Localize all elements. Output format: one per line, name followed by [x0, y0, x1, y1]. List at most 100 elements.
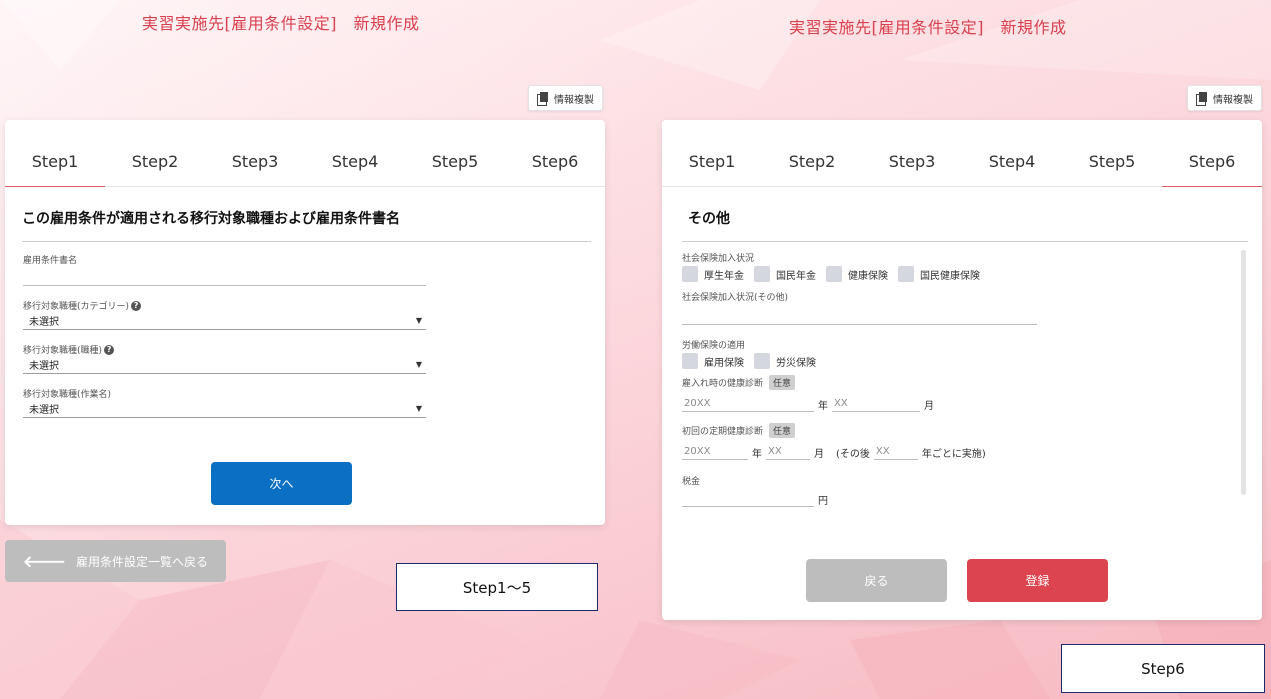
tax-row: 円	[682, 487, 1232, 507]
checkbox-label: 厚生年金	[704, 270, 744, 282]
step-form-card-left: Step1 Step2 Step3 Step4 Step5 Step6 この雇用…	[5, 120, 605, 525]
job-select[interactable]: 未選択 ▼	[23, 356, 426, 374]
back-to-list-button[interactable]: 🡐 雇用条件設定一覧へ戻る	[5, 540, 226, 582]
section-title: その他	[682, 208, 1248, 242]
label-text: 初回の定期健康診断	[682, 427, 764, 437]
checkbox-rosai-hoken[interactable]: 労災保険	[754, 353, 816, 369]
section-title: この雇用条件が適用される移行対象職種および雇用条件書名	[22, 208, 591, 242]
checkbox-box[interactable]	[754, 266, 770, 282]
hire-month-input[interactable]: XX	[832, 392, 920, 412]
tab-label: Step3	[231, 151, 279, 171]
year-unit: 年	[818, 401, 828, 412]
tab-step2[interactable]: Step2	[105, 120, 205, 186]
label-text: 雇用条件書名	[23, 256, 78, 266]
after-prefix: (その後	[836, 449, 870, 460]
labor-insurance-label: 労働保険の適用	[682, 341, 746, 351]
doc-name-input[interactable]	[23, 266, 426, 286]
checkbox-kokumin-kenko-hoken[interactable]: 国民健康保険	[898, 266, 980, 282]
tab-label: Step3	[888, 151, 936, 171]
step-tabs: Step1 Step2 Step3 Step4 Step5 Step6	[5, 120, 605, 187]
tax-input[interactable]	[682, 487, 814, 507]
hire-year-input[interactable]: 20XX	[682, 392, 814, 412]
optional-badge: 任意	[769, 423, 796, 438]
tab-label: Step5	[1088, 151, 1136, 171]
copy-info-button-left[interactable]: 情報複製	[528, 85, 603, 111]
tab-step6[interactable]: Step6	[505, 120, 605, 186]
checkbox-box[interactable]	[754, 353, 770, 369]
month-unit: 月	[814, 449, 824, 460]
tax-label: 税金	[682, 477, 701, 487]
tab-label: Step6	[1188, 151, 1236, 171]
step-form-card-right: Step1 Step2 Step3 Step4 Step5 Step6 その他 …	[662, 120, 1262, 620]
copy-info-label: 情報複製	[1213, 94, 1253, 106]
select-value: 未選択	[29, 361, 59, 372]
tab-step5[interactable]: Step5	[405, 120, 505, 186]
copy-info-button-right[interactable]: 情報複製	[1187, 85, 1262, 111]
arrow-left-icon: 🡐	[23, 552, 66, 571]
page-title-left: 実習実施先[雇用条件設定] 新規作成	[142, 14, 420, 33]
work-label: 移行対象職種(作業名)	[23, 387, 426, 400]
tab-step6[interactable]: Step6	[1162, 120, 1262, 187]
select-value: 未選択	[29, 405, 59, 416]
tab-step1[interactable]: Step1	[5, 120, 105, 187]
checkbox-box[interactable]	[682, 266, 698, 282]
label-text: 移行対象職種(職種)	[23, 346, 103, 356]
checkbox-label: 国民年金	[776, 270, 816, 282]
next-button[interactable]: 次へ	[211, 462, 352, 505]
checkbox-box[interactable]	[682, 353, 698, 369]
tab-label: Step2	[788, 151, 836, 171]
hire-checkup-row: 20XX 年 XX 月	[682, 392, 1232, 412]
label-text: 雇入れ時の健康診断	[682, 379, 764, 389]
category-label: 移行対象職種(カテゴリー) ?	[23, 299, 426, 312]
checkbox-box[interactable]	[826, 266, 842, 282]
dropdown-arrow-icon: ▼	[415, 404, 422, 413]
periodic-year-input[interactable]: 20XX	[682, 440, 748, 460]
category-select[interactable]: 未選択 ▼	[23, 312, 426, 330]
caption-step1-5: Step1～5	[396, 563, 598, 611]
periodic-checkup-label: 初回の定期健康診断 任意	[682, 423, 1232, 438]
work-select[interactable]: 未選択 ▼	[23, 400, 426, 418]
checkbox-box[interactable]	[898, 266, 914, 282]
checkbox-label: 雇用保険	[704, 357, 744, 369]
tab-step3[interactable]: Step3	[862, 120, 962, 186]
yen-unit: 円	[818, 496, 828, 507]
checkbox-label: 健康保険	[848, 270, 888, 282]
periodic-month-input[interactable]: XX	[766, 440, 810, 460]
hire-checkup-label: 雇入れ時の健康診断 任意	[682, 375, 1232, 390]
tab-step2[interactable]: Step2	[762, 120, 862, 186]
register-button[interactable]: 登録	[967, 559, 1108, 602]
caption-step6: Step6	[1061, 644, 1265, 693]
help-icon[interactable]: ?	[104, 344, 115, 355]
periodic-interval-input[interactable]: XX	[873, 440, 918, 460]
tab-step1[interactable]: Step1	[662, 120, 762, 186]
social-insurance-label: 社会保険加入状況	[682, 254, 755, 264]
checkbox-kosei-nenkin[interactable]: 厚生年金	[682, 266, 744, 282]
tab-step4[interactable]: Step4	[962, 120, 1062, 186]
checkbox-kokumin-nenkin[interactable]: 国民年金	[754, 266, 816, 282]
optional-badge: 任意	[769, 375, 796, 390]
tab-label: Step4	[988, 151, 1036, 171]
tab-label: Step5	[431, 151, 479, 171]
back-button[interactable]: 戻る	[806, 559, 947, 602]
doc-name-label: 雇用条件書名	[23, 253, 426, 266]
checkbox-label: 国民健康保険	[920, 270, 980, 282]
tab-label: Step1	[31, 151, 79, 171]
social-insurance-other-label: 社会保険加入状況(その他)	[682, 293, 789, 303]
checkbox-kenko-hoken[interactable]: 健康保険	[826, 266, 888, 282]
checkbox-koyo-hoken[interactable]: 雇用保険	[682, 353, 744, 369]
tab-step4[interactable]: Step4	[305, 120, 405, 186]
tab-step5[interactable]: Step5	[1062, 120, 1162, 186]
copy-icon	[537, 91, 549, 106]
tab-step3[interactable]: Step3	[205, 120, 305, 186]
dropdown-arrow-icon: ▼	[415, 360, 422, 369]
social-insurance-other-input[interactable]	[682, 305, 1037, 325]
select-value: 未選択	[29, 317, 59, 328]
scrollbar[interactable]	[1241, 250, 1246, 495]
month-unit: 月	[924, 401, 934, 412]
interval-suffix: 年ごとに実施)	[921, 449, 986, 460]
help-icon[interactable]: ?	[131, 300, 142, 311]
tab-label: Step2	[131, 151, 179, 171]
page-title-right: 実習実施先[雇用条件設定] 新規作成	[789, 18, 1067, 37]
year-unit: 年	[752, 449, 762, 460]
label-text: 移行対象職種(カテゴリー)	[23, 302, 130, 312]
